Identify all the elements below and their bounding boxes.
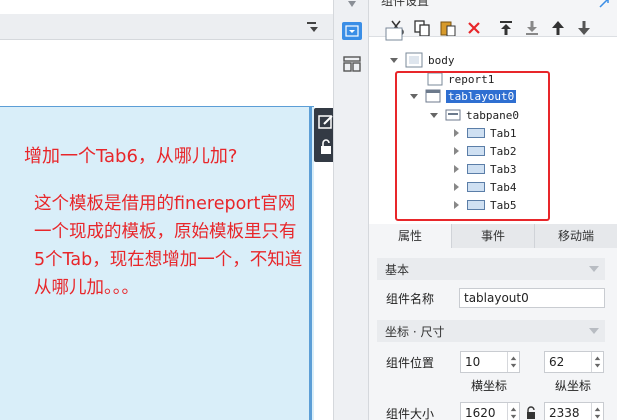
paste-icon[interactable] [439,19,457,37]
width-stepper[interactable]: 1620 [460,402,520,420]
annotation-highlight-box [395,71,550,221]
section-basic[interactable]: 基本 [377,258,605,280]
y-coordinate-stepper[interactable]: 62 [544,351,604,373]
annotation-line: 从哪儿加。。。 [34,278,139,298]
body-node-icon [405,52,423,68]
widget-settings-icon [345,25,359,37]
chevron-down-icon [589,266,599,272]
section-label: 坐标 · 尺寸 [385,324,445,339]
widget-name-input[interactable]: tablayout0 [459,288,605,308]
delete-icon[interactable] [465,19,483,37]
tree-node-label: body [428,53,455,67]
lock-ratio-icon[interactable] [525,406,537,420]
stepper-value: 10 [465,355,481,369]
side-icon-rail [333,0,369,420]
tab-events[interactable]: 事件 [452,224,535,248]
canvas-blank-area [0,40,333,106]
annotation-line: 5个Tab，现在想增加一个，不知道 [34,250,303,270]
stepper-value: 2338 [549,406,580,420]
widget-tree[interactable]: body report1 tablayout0 tabpane0 Tab1 Ta… [369,27,617,224]
height-stepper[interactable]: 2338 [544,402,604,420]
stepper-value: 1620 [465,406,496,420]
tree-node-body[interactable]: body [389,51,455,69]
collapse-arrow-icon[interactable] [347,0,357,8]
panel-title: 组件设置 [381,0,430,8]
copy-icon[interactable] [413,19,431,37]
move-to-bottom-icon[interactable] [523,19,541,37]
tree-node-root [385,25,408,43]
y-coordinate-label: 纵坐标 [555,379,592,393]
move-to-top-icon[interactable] [497,19,515,37]
section-bounds[interactable]: 坐标 · 尺寸 [377,320,605,342]
property-tabs: 属性 事件 移动端 [369,224,617,248]
section-label: 基本 [385,262,410,277]
tab-mobile[interactable]: 移动端 [535,224,617,248]
annotation-line: 这个模板是借用的finereport官网 [34,194,296,214]
stepper-arrows-icon[interactable] [591,403,603,420]
stepper-arrows-icon[interactable] [507,403,519,420]
widget-name-label: 组件名称 [386,292,435,306]
design-canvas[interactable]: 增加一个Tab6，从哪儿加? 这个模板是借用的finereport官网 一个现成… [0,0,338,420]
page-node-icon [385,27,403,41]
widget-selection-border[interactable] [309,106,312,420]
stepper-value: 62 [549,355,565,369]
tab-attributes[interactable]: 属性 [369,224,452,248]
widget-settings-panel: 组件设置 body report1 tablayout0 tabpane0 Ta… [369,0,617,420]
chevron-down-icon [589,328,599,334]
dropdown-menu-icon[interactable] [306,20,320,34]
move-down-icon[interactable] [575,19,593,37]
move-up-icon[interactable] [549,19,567,37]
x-coordinate-label: 横坐标 [471,379,508,393]
canvas-toolbar [0,14,333,40]
widget-settings-rail-button[interactable] [342,22,362,40]
widget-position-label: 组件位置 [386,356,435,370]
x-coordinate-stepper[interactable]: 10 [460,351,520,373]
annotation-line: 一个现成的模板，原始模板里只有 [34,222,297,242]
expanded-caret-icon[interactable] [389,55,399,65]
layout-rail-icon[interactable] [343,56,361,72]
annotation-question: 增加一个Tab6，从哪儿加? [24,146,238,167]
expand-panel-icon[interactable] [598,0,610,8]
widget-size-label: 组件大小 [386,407,435,420]
stepper-arrows-icon[interactable] [507,352,519,372]
stepper-arrows-icon[interactable] [591,352,603,372]
